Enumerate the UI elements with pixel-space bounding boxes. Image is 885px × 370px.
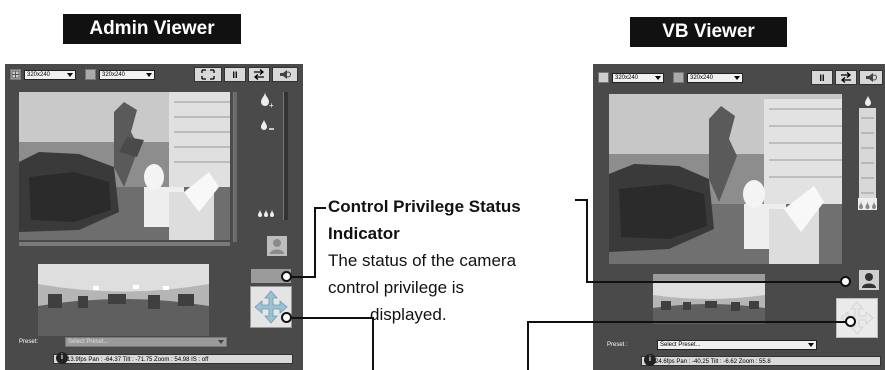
camera-video[interactable]: [609, 94, 842, 264]
callout-line: [527, 321, 849, 323]
focus-icon[interactable]: [257, 206, 275, 218]
callout-marker-vb-status: [840, 276, 851, 287]
callout-desc-line3: displayed.: [370, 305, 447, 324]
fullscreen-button[interactable]: [194, 67, 222, 82]
move-arrows-icon: [840, 301, 874, 335]
vb-viewer-title: VB Viewer: [630, 17, 787, 47]
callout-line: [287, 317, 373, 319]
panorama-view[interactable]: [38, 264, 209, 336]
info-icon[interactable]: i: [56, 352, 68, 364]
chevron-down-icon: [146, 73, 152, 77]
callout-marker-admin-pantilt: [281, 312, 292, 323]
panorama-image: [38, 264, 209, 336]
control-privilege-button[interactable]: [267, 236, 287, 256]
swap-arrows-icon: [253, 69, 265, 80]
focus-icon[interactable]: [858, 198, 877, 210]
chevron-down-icon: [808, 343, 814, 347]
video-size-value: 320x240: [615, 75, 639, 81]
zoom-slider[interactable]: [283, 92, 288, 220]
preset-label: Preset:: [19, 339, 39, 345]
chevron-down-icon: [655, 76, 661, 80]
pan-tilt-button[interactable]: [836, 298, 878, 338]
video-scrollbar[interactable]: [19, 242, 230, 246]
svg-text:+: +: [269, 101, 274, 109]
callout-line: [586, 281, 844, 283]
status-text: 24.6fps Pan : -40.25 Tilt : -6.62 Zoom :…: [655, 359, 771, 365]
display-size-select[interactable]: 320x240: [99, 70, 155, 80]
speaker-icon: [280, 70, 291, 79]
chevron-down-icon: [67, 73, 73, 77]
status-bar: 24.6fps Pan : -40.25 Tilt : -6.62 Zoom :…: [641, 356, 881, 366]
video-side-slider[interactable]: [233, 92, 237, 242]
audio-button[interactable]: [272, 67, 298, 82]
admin-viewer-window: 320x240 320x240 II + Preset: Select Pres…: [5, 64, 303, 370]
panorama-image: [653, 283, 765, 324]
chevron-down-icon: [218, 340, 224, 344]
display-size-select[interactable]: 320x240: [687, 73, 743, 83]
callout-desc-line2: control privilege is: [328, 278, 465, 297]
callout-title-line1: Control Privilege Status: [328, 197, 521, 216]
pause-button[interactable]: II: [811, 70, 833, 85]
admin-viewer-title: Admin Viewer: [63, 14, 241, 44]
camera-image: [609, 94, 842, 264]
zoom-slider[interactable]: [859, 108, 876, 204]
display-size-value: 320x240: [690, 75, 714, 81]
chevron-down-icon: [734, 76, 740, 80]
audio-button[interactable]: [859, 70, 883, 85]
callout-line: [372, 317, 374, 370]
preset-select[interactable]: Select Preset...: [65, 337, 227, 347]
callout-line: [586, 199, 588, 282]
status-bar: 13.9fps Pan : -64.37 Tilt : -71.75 Zoom …: [53, 354, 293, 364]
swap-button[interactable]: [248, 67, 270, 82]
swap-button[interactable]: [835, 70, 857, 85]
swap-arrows-icon: [840, 72, 852, 83]
callout-line: [314, 207, 316, 277]
pause-button[interactable]: II: [224, 67, 246, 82]
video-size-select[interactable]: 320x240: [612, 73, 664, 83]
control-privilege-button[interactable]: [859, 270, 879, 290]
display-size-icon: [85, 69, 96, 80]
zoom-out-icon[interactable]: [260, 118, 276, 134]
video-size-icon: [598, 72, 609, 83]
callout-marker-admin-status: [281, 271, 292, 282]
fullscreen-icon: [201, 69, 215, 80]
zoom-in-icon[interactable]: +: [260, 91, 274, 110]
callout-title-line2: Indicator: [328, 224, 400, 243]
user-icon: [862, 273, 876, 288]
video-size-value: 320x240: [27, 72, 51, 78]
vb-viewer-window: 320x240 320x240 II Preset: Select Prese…: [593, 64, 885, 370]
callout-line: [527, 321, 529, 370]
video-size-icon: [10, 69, 21, 80]
zoom-in-icon[interactable]: [863, 94, 875, 108]
camera-image: [19, 92, 230, 240]
user-icon: [270, 239, 284, 254]
video-size-select[interactable]: 320x240: [24, 70, 76, 80]
preset-placeholder: Select Preset...: [660, 342, 701, 348]
camera-video[interactable]: [19, 92, 230, 240]
display-size-icon: [673, 72, 684, 83]
preset-select[interactable]: Select Preset...: [657, 340, 817, 350]
preset-label: Preset :: [607, 342, 628, 348]
info-icon[interactable]: i: [644, 354, 656, 366]
display-size-value: 320x240: [102, 72, 126, 78]
callout-desc-line1: The status of the camera: [328, 251, 517, 270]
callout-line: [314, 207, 326, 209]
callout-text: Control Privilege Status Indicator The s…: [328, 193, 598, 328]
status-text: 13.9fps Pan : -64.37 Tilt : -71.75 Zoom …: [67, 357, 209, 363]
speaker-icon: [866, 73, 877, 82]
callout-marker-vb-pantilt: [845, 316, 856, 327]
preset-placeholder: Select Preset...: [68, 339, 109, 345]
